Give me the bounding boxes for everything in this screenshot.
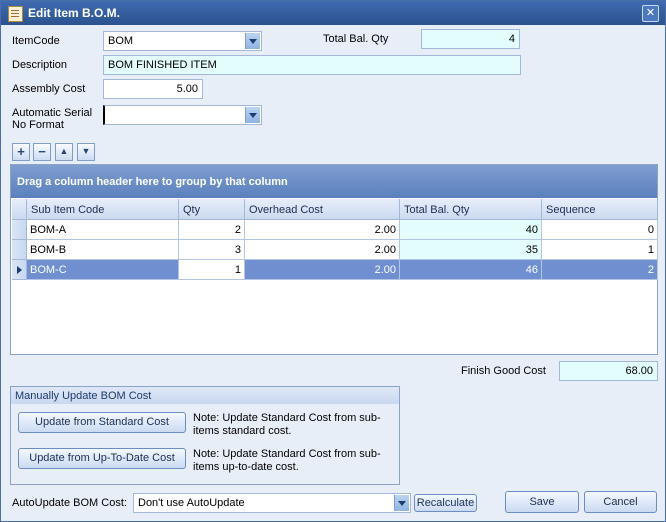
table-row-cell-seq[interactable]: 0 [542,220,658,240]
table-row-cell-qty[interactable]: 3 [179,240,245,260]
table-row-cell-seq[interactable]: 2 [542,260,658,280]
table-row-cell-qty[interactable]: 2 [179,220,245,240]
total-bal-qty-field[interactable]: 4 [421,29,520,49]
save-button[interactable]: Save [505,491,579,513]
table-row-cell-overhead[interactable]: 2.00 [245,220,400,240]
add-row-button[interactable]: + [12,143,30,161]
col-overhead-cost[interactable]: Overhead Cost [245,199,400,220]
title-bar: Edit Item B.O.M. ✕ [1,1,665,25]
col-sequence[interactable]: Sequence [542,199,658,220]
col-sub-item-code[interactable]: Sub Item Code [27,199,179,220]
update-uptodate-cost-button[interactable]: Update from Up-To-Date Cost [18,448,186,469]
chevron-down-icon[interactable] [394,495,409,511]
table-row-cell-code[interactable]: BOM-A [27,220,179,240]
current-row-indicator[interactable] [12,260,27,280]
row-indicator[interactable] [12,220,27,240]
uptodate-cost-note-line2: items up-to-date cost. [193,461,299,473]
cancel-button[interactable]: Cancel [584,491,657,513]
group-panel[interactable]: Drag a column header here to group by th… [11,165,657,198]
move-down-button[interactable]: ▼ [77,143,95,161]
table-row-cell-bal[interactable]: 40 [400,220,542,240]
group-hint: Drag a column header here to group by th… [17,176,288,188]
serial-format-label-line1: Automatic Serial [12,107,93,119]
item-code-combo[interactable]: BOM [103,31,262,51]
description-label: Description [12,59,68,71]
autoupdate-value: Don't use AutoUpdate [138,497,245,509]
minus-icon: − [38,144,46,159]
close-button[interactable]: ✕ [642,5,659,22]
assembly-cost-field[interactable]: 5.00 [103,79,203,99]
manual-update-group: Manually Update BOM Cost Update from Sta… [10,386,400,485]
window-title: Edit Item B.O.M. [28,6,121,20]
arrow-up-icon: ▲ [59,146,69,156]
indicator-header [12,199,27,220]
close-icon: ✕ [645,7,656,19]
table-row-cell-code[interactable]: BOM-B [27,240,179,260]
col-total-bal-qty[interactable]: Total Bal. Qty [400,199,542,220]
standard-cost-note: Note: Update Standard Cost from sub- ite… [193,412,381,438]
table-row-cell-bal[interactable]: 35 [400,240,542,260]
bom-grid: Drag a column header here to group by th… [10,164,658,355]
uptodate-cost-note-line1: Note: Update Standard Cost from sub- [193,448,381,460]
standard-cost-note-line2: items standard cost. [193,425,292,437]
row-indicator[interactable] [12,240,27,260]
total-bal-qty-label: Total Bal. Qty [323,33,389,45]
table-row-cell-seq[interactable]: 1 [542,240,658,260]
form-icon [8,6,23,22]
uptodate-cost-note: Note: Update Standard Cost from sub- ite… [193,448,381,474]
col-qty[interactable]: Qty [179,199,245,220]
standard-cost-note-line1: Note: Update Standard Cost from sub- [193,412,381,424]
move-up-button[interactable]: ▲ [55,143,73,161]
finish-good-cost-label: Finish Good Cost [461,365,546,377]
table-row-cell-qty[interactable]: 1 [179,260,245,280]
table-row-cell-code[interactable]: BOM-C [27,260,179,280]
table-row-cell-bal[interactable]: 46 [400,260,542,280]
table-row-cell-overhead[interactable]: 2.00 [245,260,400,280]
recalculate-button[interactable]: Recalculate [414,494,477,512]
serial-format-label-line2: No Format [12,119,64,131]
arrow-down-icon: ▼ [81,146,91,156]
assembly-cost-label: Assembly Cost [12,83,86,95]
chevron-down-icon[interactable] [245,107,260,123]
autoupdate-combo[interactable]: Don't use AutoUpdate [133,493,411,513]
update-standard-cost-button[interactable]: Update from Standard Cost [18,412,186,433]
serial-format-label: Automatic Serial No Format [12,107,92,131]
autoupdate-label: AutoUpdate BOM Cost: [12,497,127,509]
item-code-value: BOM [108,35,134,47]
finish-good-cost-field[interactable]: 68.00 [559,361,658,381]
serial-format-combo[interactable] [103,105,262,125]
table-row-cell-overhead[interactable]: 2.00 [245,240,400,260]
item-code-label: ItemCode [12,35,60,47]
edit-bom-window: Edit Item B.O.M. ✕ ItemCode BOM Total Ba… [0,0,666,522]
plus-icon: + [17,144,25,159]
description-field[interactable]: BOM FINISHED ITEM [103,55,521,75]
manual-update-title: Manually Update BOM Cost [11,387,399,404]
remove-row-button[interactable]: − [33,143,51,161]
chevron-down-icon[interactable] [245,33,260,49]
